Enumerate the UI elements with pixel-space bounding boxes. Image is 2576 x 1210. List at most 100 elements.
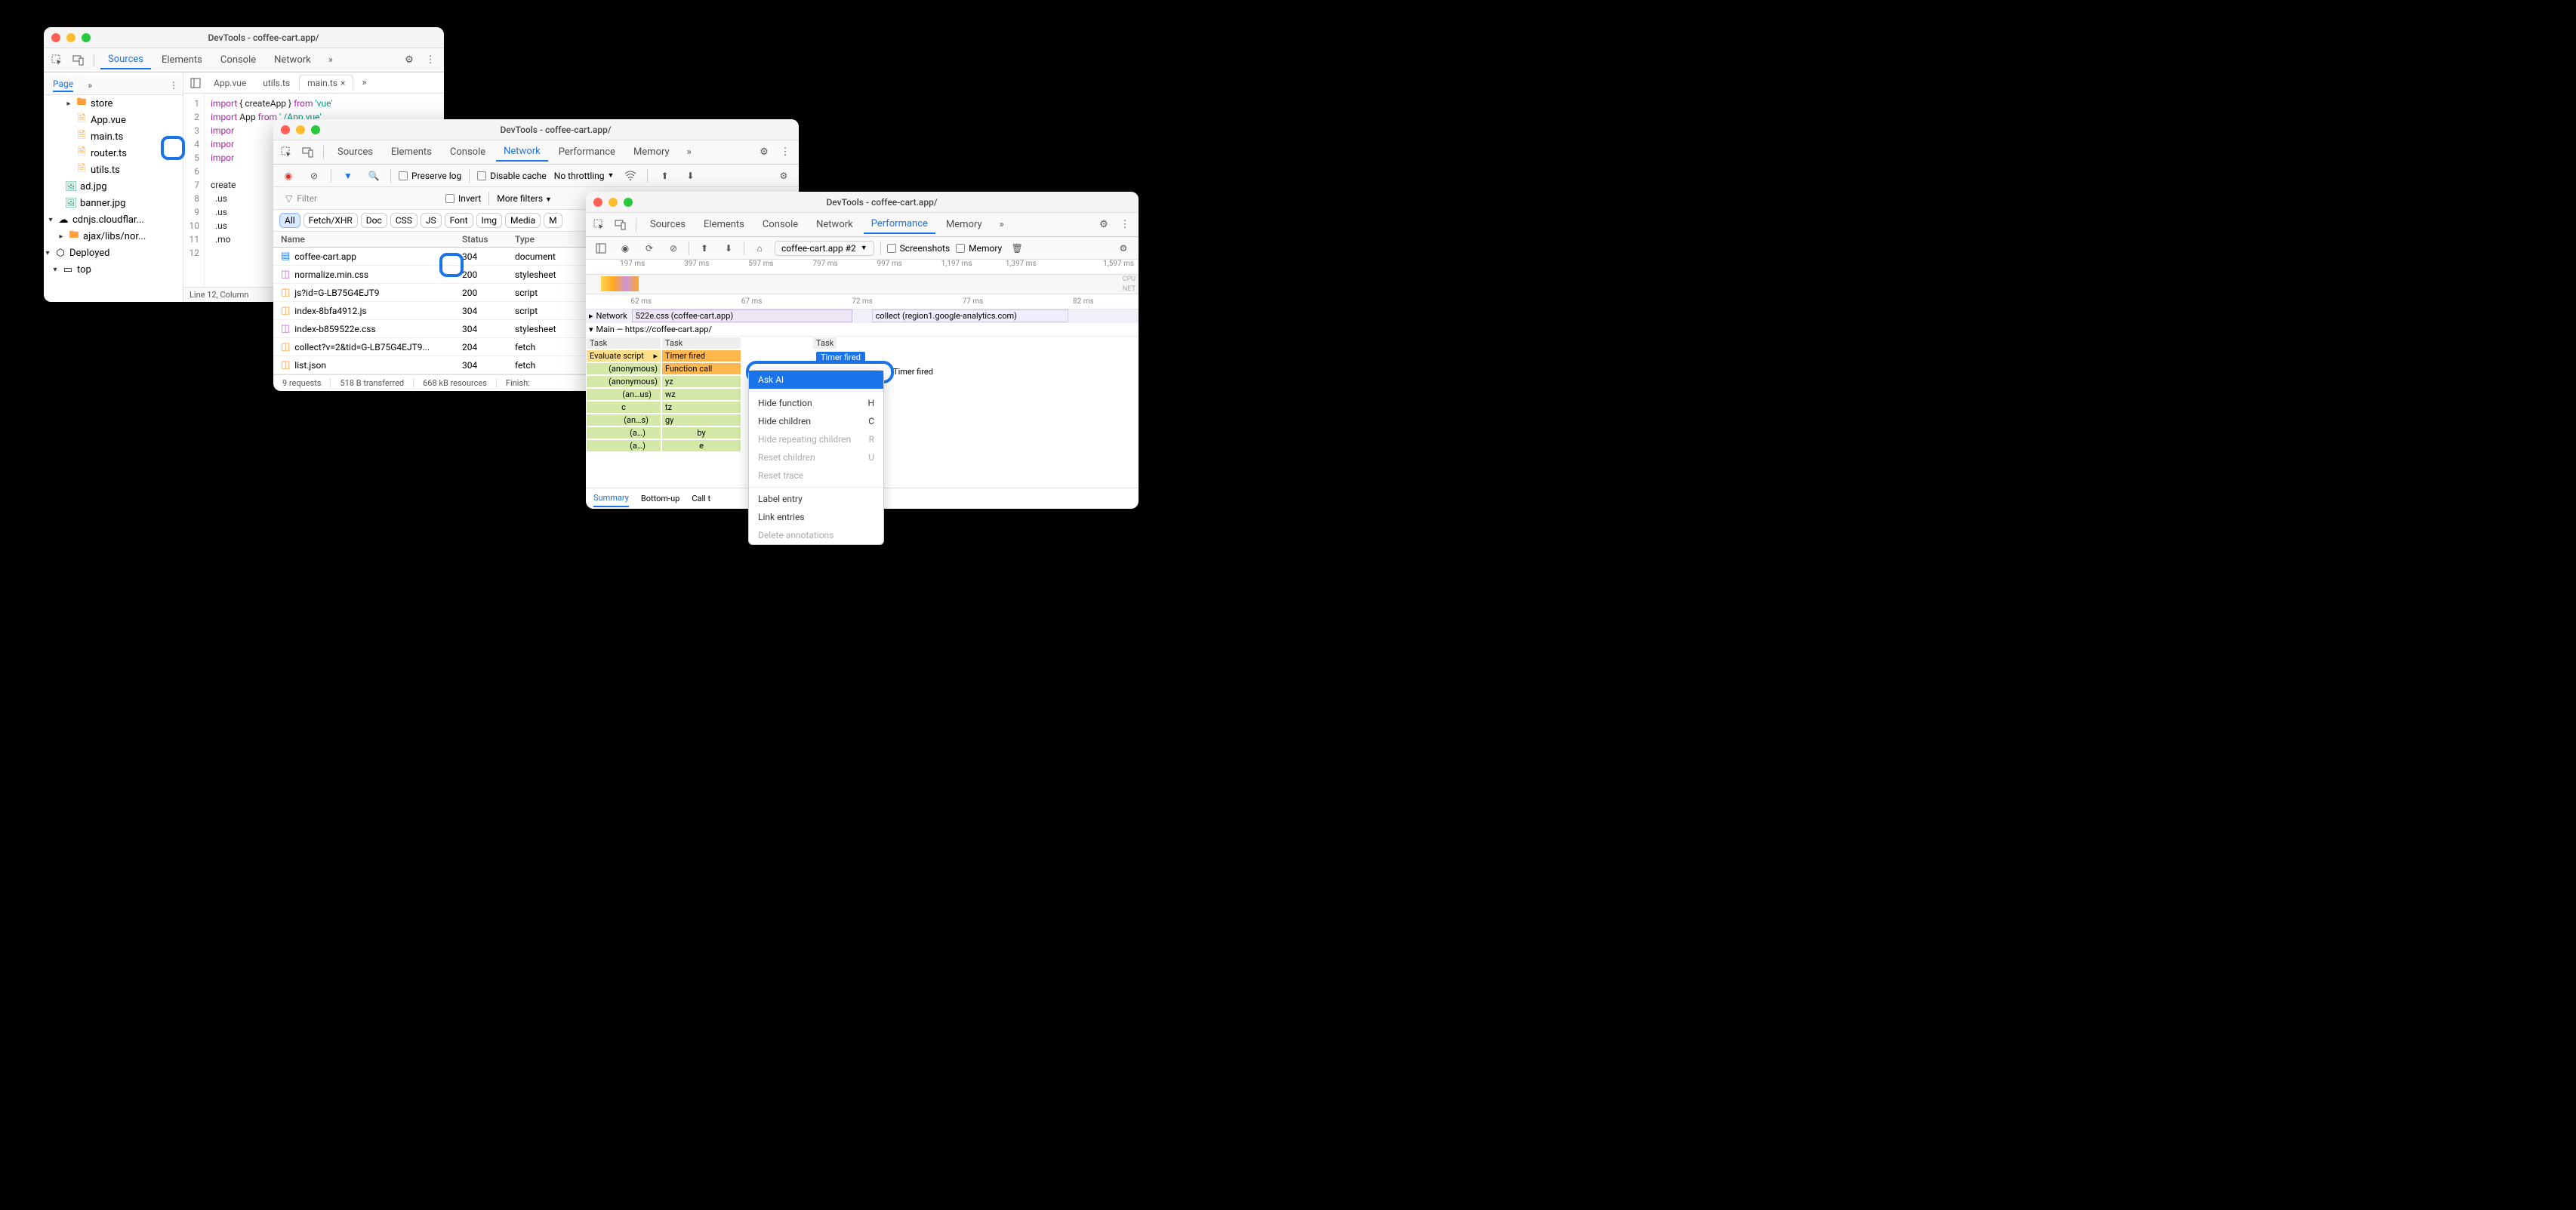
tab-summary[interactable]: Summary xyxy=(593,490,629,507)
chip-manifest[interactable]: M xyxy=(544,213,562,228)
clear-button[interactable]: ⊘ xyxy=(664,239,683,257)
ctx-link-entries[interactable]: Link entries xyxy=(749,508,883,526)
chip-fetchxhr[interactable]: Fetch/XHR xyxy=(304,213,358,228)
disable-cache-checkbox[interactable]: Disable cache xyxy=(477,171,547,181)
ctx-hide-function[interactable]: Hide functionH xyxy=(749,394,883,412)
flame-fn-wz[interactable]: wz xyxy=(661,388,741,401)
file-tab-utils[interactable]: utils.ts xyxy=(255,75,297,91)
perf-settings-icon[interactable]: ⚙ xyxy=(1114,239,1132,257)
inspect-icon[interactable] xyxy=(278,143,296,162)
more-icon[interactable]: ⋮ xyxy=(1116,216,1134,234)
flame-fn-c[interactable]: c xyxy=(586,401,661,414)
flame-fn-by[interactable]: by xyxy=(661,426,741,439)
sidebar-toggle-icon[interactable] xyxy=(186,74,205,92)
chip-all[interactable]: All xyxy=(279,213,300,228)
zoom-icon[interactable] xyxy=(82,33,91,42)
more-icon[interactable]: ⋮ xyxy=(776,143,794,162)
close-icon[interactable] xyxy=(281,125,290,134)
flame-anon[interactable]: (an…us) xyxy=(586,388,661,401)
inspect-icon[interactable] xyxy=(48,51,66,69)
minimize-icon[interactable] xyxy=(296,125,305,134)
more-filters-dropdown[interactable]: More filters ▼ xyxy=(497,193,552,204)
chip-doc[interactable]: Doc xyxy=(361,213,387,228)
download-icon[interactable]: ⬇ xyxy=(681,167,699,185)
more-icon[interactable]: ⋮ xyxy=(421,51,439,69)
memory-checkbox[interactable]: Memory xyxy=(956,243,1002,254)
flame-anon[interactable]: (anonymous) xyxy=(586,362,661,375)
download-icon[interactable]: ⬇ xyxy=(719,239,738,257)
file-tab-main[interactable]: main.ts× xyxy=(299,75,353,91)
network-settings-icon[interactable]: ⚙ xyxy=(775,167,793,185)
invert-checkbox[interactable]: Invert xyxy=(445,193,481,204)
nav-page-tab[interactable]: Page xyxy=(53,79,73,92)
tab-elements[interactable]: Elements xyxy=(154,51,210,69)
tab-bottom-up[interactable]: Bottom-up xyxy=(641,494,679,503)
minimap[interactable]: CPU NET xyxy=(586,275,1139,294)
tab-performance[interactable]: Performance xyxy=(551,143,623,161)
more-tabs-icon[interactable]: » xyxy=(322,51,340,69)
record-button[interactable]: ◉ xyxy=(279,167,297,185)
gc-icon[interactable]: 🗑 xyxy=(1008,239,1026,257)
tab-sources[interactable]: Sources xyxy=(100,51,151,69)
filter-input[interactable]: ▽ Filter xyxy=(279,192,438,205)
tree-deployed[interactable]: ▾⬡Deployed xyxy=(44,245,183,261)
close-icon[interactable] xyxy=(593,198,602,207)
flame-anon[interactable]: (a…) xyxy=(586,426,661,439)
flame-fn-tz[interactable]: tz xyxy=(661,401,741,414)
tab-elements[interactable]: Elements xyxy=(384,143,439,161)
flame-anon[interactable]: (anonymous) xyxy=(586,375,661,388)
tab-memory[interactable]: Memory xyxy=(938,216,990,233)
flame-anon[interactable]: (a…) xyxy=(586,439,661,452)
tab-sources[interactable]: Sources xyxy=(330,143,381,161)
flame-timer-fired-selected[interactable]: Timer fired xyxy=(812,351,869,364)
tree-top[interactable]: ▾▭top xyxy=(44,261,183,278)
zoom-icon[interactable] xyxy=(624,198,633,207)
net-bar-collect[interactable]: collect (region1.google-analytics.com) xyxy=(872,309,1068,322)
screenshots-checkbox[interactable]: Screenshots xyxy=(887,243,950,254)
more-tabs-icon[interactable]: » xyxy=(680,143,698,162)
tab-sources[interactable]: Sources xyxy=(642,216,693,233)
ctx-hide-children[interactable]: Hide childrenC xyxy=(749,412,883,430)
tree-utils[interactable]: 🗎utils.ts xyxy=(44,162,183,178)
device-icon[interactable] xyxy=(612,216,630,234)
flame-task[interactable]: Task xyxy=(586,337,661,349)
chip-js[interactable]: JS xyxy=(421,213,442,228)
settings-icon[interactable]: ⚙ xyxy=(755,143,773,162)
col-name[interactable]: Name xyxy=(273,234,462,245)
tree-router[interactable]: 🗎router.ts xyxy=(44,145,183,162)
flame-fn-gy[interactable]: gy xyxy=(661,414,741,426)
search-icon[interactable]: 🔍 xyxy=(365,167,383,185)
tree-banner[interactable]: 🖼banner.jpg xyxy=(44,195,183,211)
record-circle-button[interactable]: ◉ xyxy=(616,239,634,257)
upload-icon[interactable]: ⬆ xyxy=(655,167,673,185)
tree-cdn[interactable]: ▾☁cdnjs.cloudflar... xyxy=(44,211,183,228)
more-filetabs-icon[interactable]: » xyxy=(355,74,373,92)
main-track-header[interactable]: ▾ Main — https://coffee-cart.app/ xyxy=(586,323,1139,337)
tree-ad[interactable]: 🖼ad.jpg xyxy=(44,178,183,195)
flame-evaluate-script[interactable]: Evaluate script▸ xyxy=(586,349,661,362)
preserve-log-checkbox[interactable]: Preserve log xyxy=(399,171,461,181)
flame-timer-fired[interactable]: Timer fired xyxy=(661,349,741,362)
col-status[interactable]: Status xyxy=(462,234,515,245)
reload-button[interactable]: ⟳ xyxy=(640,239,658,257)
tab-memory[interactable]: Memory xyxy=(626,143,677,161)
wifi-icon[interactable] xyxy=(621,167,639,185)
inspect-icon[interactable] xyxy=(590,216,609,234)
detail-ruler[interactable]: 62 ms67 ms72 ms77 ms82 ms xyxy=(586,294,1139,309)
flame-anon[interactable]: (an…s) xyxy=(586,414,661,426)
tab-console[interactable]: Console xyxy=(442,143,493,161)
chip-media[interactable]: Media xyxy=(505,213,541,228)
settings-icon[interactable]: ⚙ xyxy=(1095,216,1113,234)
filter-icon[interactable]: ▼ xyxy=(339,167,357,185)
network-track[interactable]: ▸Network 522e.css (coffee-cart.app) coll… xyxy=(586,309,1139,323)
tab-performance[interactable]: Performance xyxy=(864,215,935,234)
tree-ajax[interactable]: ▸🖿ajax/libs/nor... xyxy=(44,228,183,245)
flame-task[interactable]: Task xyxy=(812,337,837,349)
file-tab-app[interactable]: App.vue xyxy=(206,75,254,91)
flame-task[interactable]: Task xyxy=(661,337,741,349)
close-tab-icon[interactable]: × xyxy=(340,78,345,88)
flame-fn-yz[interactable]: yz xyxy=(661,375,741,388)
more-tabs-icon[interactable]: » xyxy=(993,216,1011,234)
chip-font[interactable]: Font xyxy=(445,213,473,228)
clear-button[interactable]: ⊘ xyxy=(305,167,323,185)
